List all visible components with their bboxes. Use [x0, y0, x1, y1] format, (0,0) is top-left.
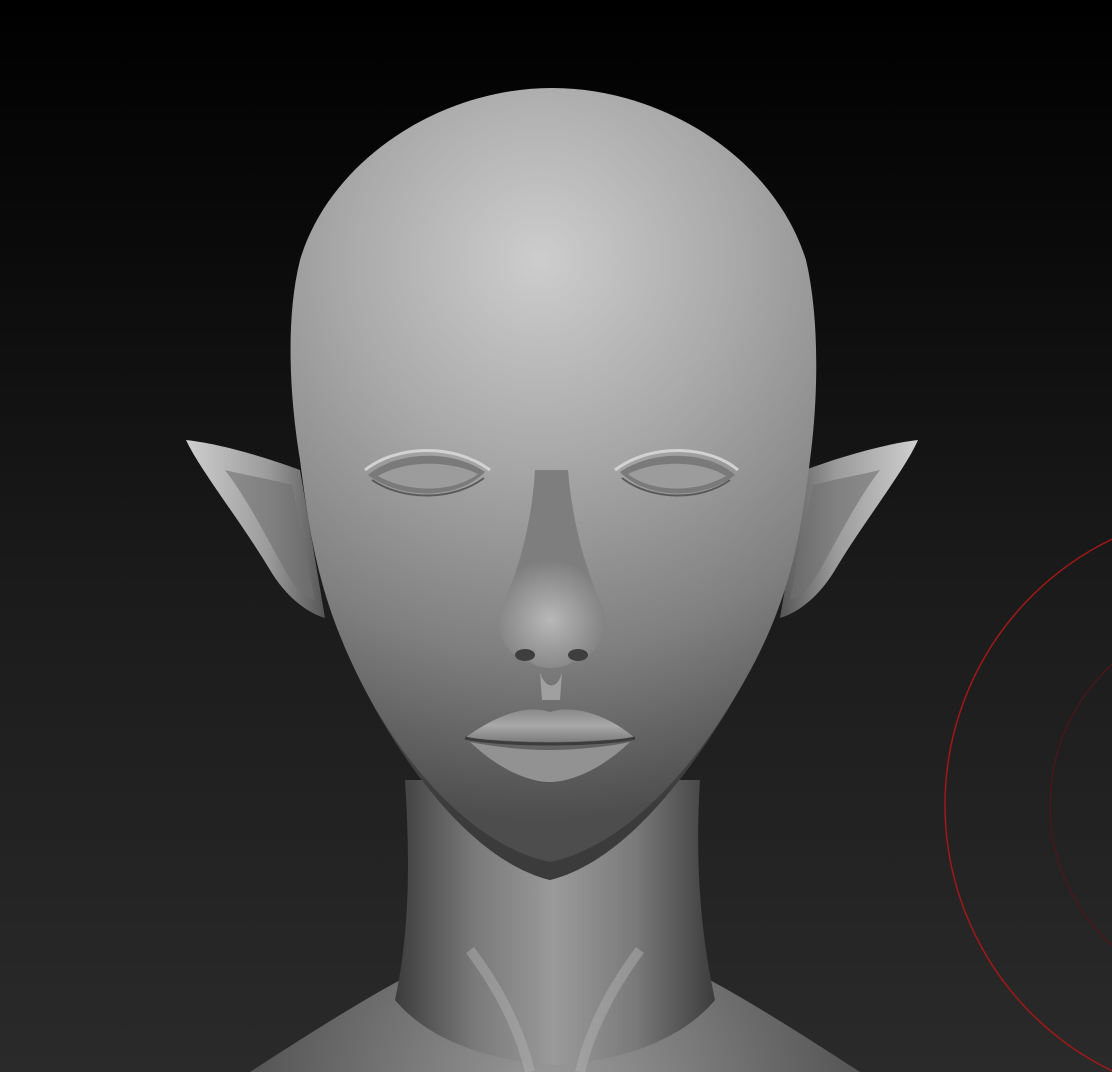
sculpt-scene	[186, 88, 1112, 1072]
nostril-right	[568, 649, 588, 661]
sculpt-viewport[interactable]	[0, 0, 1112, 1072]
brush-cursor[interactable]	[944, 510, 1112, 1072]
nostril-left	[515, 649, 535, 661]
